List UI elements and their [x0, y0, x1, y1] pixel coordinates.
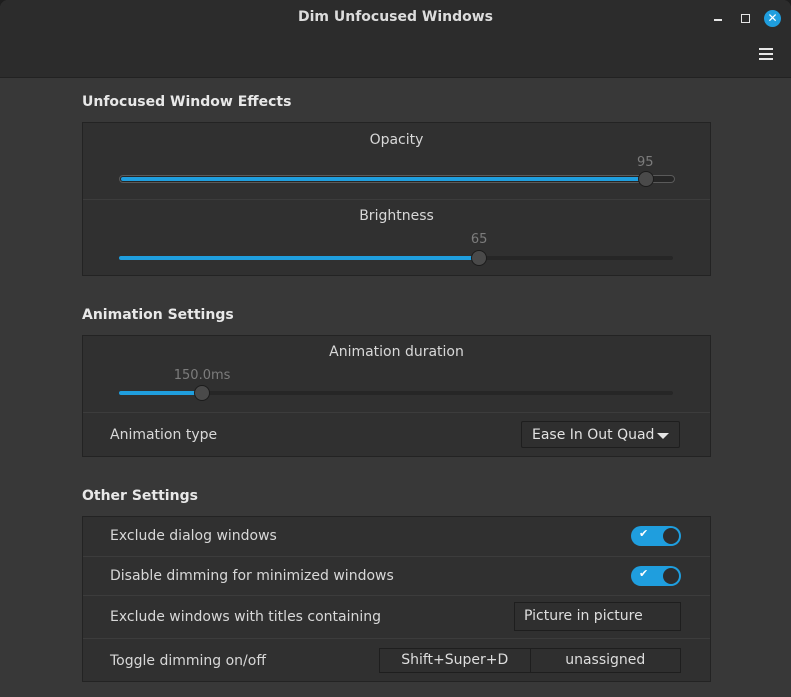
- opacity-label: Opacity: [369, 132, 424, 148]
- checkmark-icon: ✔: [639, 567, 649, 580]
- other-group: Exclude dialog windows ✔ Disable dimming…: [82, 516, 711, 682]
- exclude-dialogs-label: Exclude dialog windows: [110, 528, 277, 544]
- opacity-slider[interactable]: [119, 171, 675, 187]
- secondary-shortcut-button[interactable]: unassigned: [529, 649, 681, 672]
- animation-type-row: Animation type Ease In Out Quad: [83, 412, 710, 457]
- minimize-button[interactable]: [711, 11, 725, 25]
- hamburger-menu-button[interactable]: [759, 48, 773, 60]
- duration-label: Animation duration: [329, 344, 464, 360]
- animation-group: Animation duration 150.0ms Animation typ…: [82, 335, 711, 457]
- brightness-slider[interactable]: [119, 250, 673, 266]
- exclude-titles-input[interactable]: Picture in picture: [514, 602, 681, 631]
- maximize-icon: [740, 13, 750, 23]
- toggle-shortcut-row: Toggle dimming on/off Shift+Super+D unas…: [83, 638, 710, 682]
- primary-shortcut-button[interactable]: Shift+Super+D: [380, 649, 530, 672]
- exclude-dialogs-row: Exclude dialog windows ✔: [83, 517, 710, 556]
- duration-slider-handle[interactable]: [194, 385, 211, 401]
- app-window: Dim Unfocused Windows ✕ Unfocused Window…: [0, 0, 791, 697]
- brightness-slider-handle[interactable]: [471, 250, 488, 266]
- section-title-other: Other Settings: [82, 488, 198, 504]
- section-title-effects: Unfocused Window Effects: [82, 94, 292, 110]
- checkmark-icon: ✔: [639, 527, 649, 540]
- switch-thumb: [663, 528, 679, 544]
- duration-value: 150.0ms: [173, 368, 231, 383]
- disable-minimized-row: Disable dimming for minimized windows ✔: [83, 556, 710, 596]
- opacity-slider-handle[interactable]: [638, 171, 655, 187]
- opacity-value: 95: [637, 155, 654, 170]
- exclude-dialogs-switch[interactable]: ✔: [631, 526, 681, 546]
- brightness-row: Brightness 65: [83, 199, 710, 276]
- animation-type-label: Animation type: [110, 427, 218, 443]
- section-title-animation: Animation Settings: [82, 307, 234, 323]
- brightness-value: 65: [470, 232, 488, 247]
- exclude-titles-label: Exclude windows with titles containing: [110, 609, 382, 625]
- animation-type-dropdown[interactable]: Ease In Out Quad: [521, 421, 680, 448]
- brightness-slider-fill: [119, 256, 480, 260]
- duration-slider-fill: [119, 391, 203, 395]
- brightness-label: Brightness: [359, 208, 434, 224]
- hamburger-menu-icon: [759, 48, 773, 50]
- animation-type-selected: Ease In Out Quad: [532, 427, 655, 443]
- duration-slider[interactable]: [119, 385, 673, 401]
- header-bar: Dim Unfocused Windows ✕: [0, 0, 791, 78]
- toggle-shortcut-label: Toggle dimming on/off: [110, 653, 266, 669]
- disable-minimized-label: Disable dimming for minimized windows: [110, 568, 394, 584]
- disable-minimized-switch[interactable]: ✔: [631, 566, 681, 586]
- shortcut-buttons: Shift+Super+D unassigned: [379, 648, 681, 673]
- opacity-row: Opacity 95: [83, 123, 710, 199]
- opacity-slider-fill: [121, 177, 648, 181]
- close-icon: ✕: [767, 11, 778, 25]
- minimize-icon: [714, 19, 722, 21]
- exclude-titles-row: Exclude windows with titles containing P…: [83, 595, 710, 639]
- chevron-down-icon: [657, 433, 669, 439]
- effects-group: Opacity 95 Brightness 65: [82, 122, 711, 276]
- switch-thumb: [663, 568, 679, 584]
- window-title: Dim Unfocused Windows: [297, 9, 494, 25]
- close-button[interactable]: ✕: [764, 10, 781, 27]
- maximize-button[interactable]: [738, 11, 752, 25]
- duration-row: Animation duration 150.0ms: [83, 336, 710, 412]
